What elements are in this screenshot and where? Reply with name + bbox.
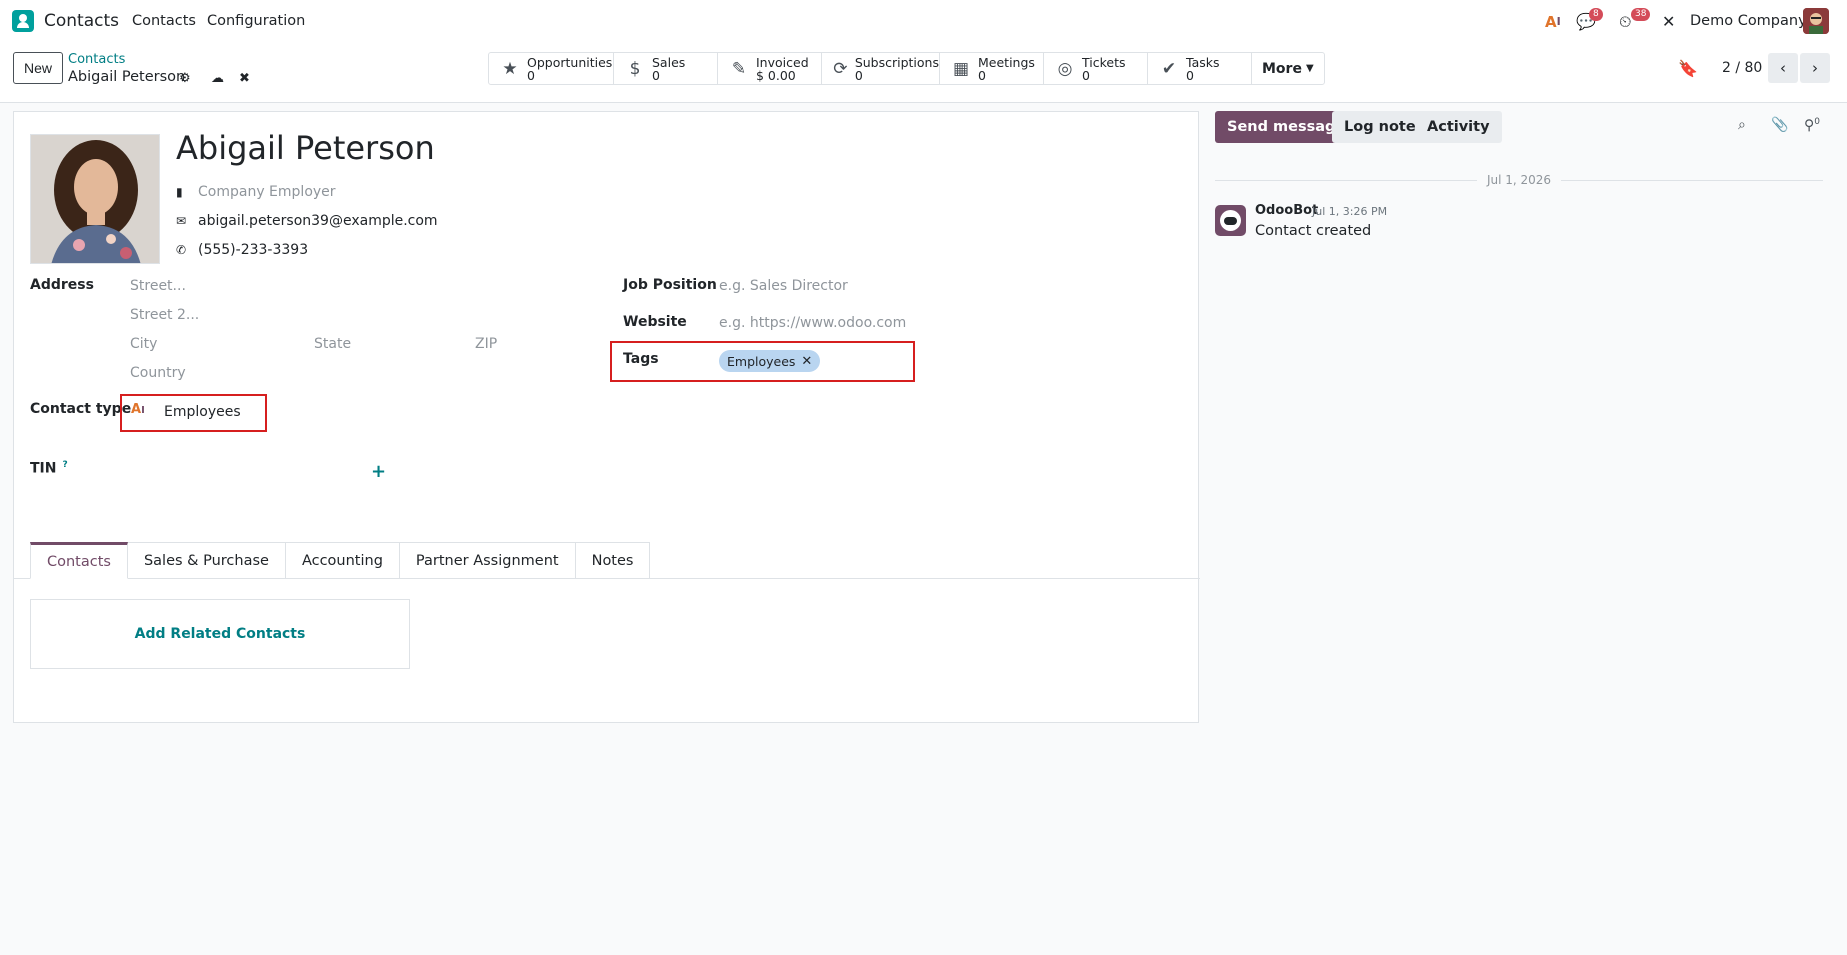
email-field[interactable]: abigail.peterson39@example.com <box>198 213 438 229</box>
subscriptions-button[interactable]: ⟳ Subscriptions 0 <box>822 53 940 84</box>
messages-icon[interactable]: 💬 <box>1576 0 1596 43</box>
company-row[interactable]: ▮ Company Employer <box>176 184 336 200</box>
calendar-icon: ▦ <box>952 58 970 79</box>
help-icon[interactable]: ? <box>62 460 67 470</box>
sales-button[interactable]: $ Sales 0 <box>614 53 718 84</box>
tags-label: Tags <box>623 351 659 367</box>
notebook-tabs: Contacts Sales & Purchase Accounting Par… <box>30 542 651 579</box>
breadcrumb-contacts[interactable]: Contacts <box>68 52 125 67</box>
tickets-button[interactable]: ◎ Tickets 0 <box>1044 53 1148 84</box>
envelope-icon: ✉ <box>176 214 187 228</box>
street2-input[interactable]: Street 2... <box>130 307 199 323</box>
phone-field[interactable]: (555)-233-3393 <box>198 242 308 258</box>
more-button[interactable]: More ▼ <box>1252 53 1324 84</box>
country-input[interactable]: Country <box>130 365 186 381</box>
lifebuoy-icon: ◎ <box>1057 58 1073 79</box>
job-position-input[interactable]: e.g. Sales Director <box>719 278 848 294</box>
tab-contacts[interactable]: Contacts <box>30 542 128 579</box>
tab-notes[interactable]: Notes <box>575 542 651 579</box>
paperclip-icon[interactable]: 📎 <box>1771 117 1788 133</box>
website-label: Website <box>623 314 687 330</box>
smart-buttons: ★ Opportunities 0 $ Sales 0 ✎ Invoiced $ 0.… <box>488 52 1325 85</box>
company-switcher[interactable]: Demo Company <box>1690 13 1807 29</box>
chevron-right-icon: › <box>1812 59 1818 77</box>
chevron-left-icon: ‹ <box>1780 59 1786 77</box>
invoiced-button[interactable]: ✎ Invoiced $ 0.00 <box>718 53 822 84</box>
new-button[interactable]: New <box>13 52 63 84</box>
tasks-button[interactable]: ✔ Tasks 0 <box>1148 53 1252 84</box>
form-sheet: Abigail Peterson ▮ Company Employer ✉ ab… <box>13 111 1200 723</box>
discard-icon[interactable]: ✖ <box>239 71 250 86</box>
contact-photo[interactable] <box>30 134 160 264</box>
dollar-icon: $ <box>629 58 641 79</box>
pager-value[interactable]: 2 / 80 <box>1722 60 1762 76</box>
tin-label: TIN? <box>30 460 68 477</box>
followers-count: 0 <box>1814 117 1820 127</box>
app-name[interactable]: Contacts <box>44 11 119 31</box>
job-position-label: Job Position <box>623 277 717 293</box>
contact-type-label: Contact type <box>30 401 132 417</box>
remove-tag-icon[interactable]: ✕ <box>801 354 812 369</box>
activity-button[interactable]: Activity <box>1415 111 1502 143</box>
contact-name[interactable]: Abigail Peterson <box>176 129 435 167</box>
street-input[interactable]: Street... <box>130 278 186 294</box>
opportunities-button[interactable]: ★ Opportunities 0 <box>489 53 614 84</box>
caret-down-icon: ▼ <box>1305 63 1314 74</box>
tab-partner-assignment[interactable]: Partner Assignment <box>399 542 576 579</box>
phone-icon: ✆ <box>176 243 187 257</box>
date-separator: Jul 1, 2026 <box>1215 172 1824 188</box>
save-cloud-icon[interactable]: ☁ <box>211 71 224 86</box>
activities-badge: 38 <box>1631 8 1651 21</box>
followers-icon[interactable]: ⚲0 <box>1804 117 1820 134</box>
user-avatar[interactable] <box>1803 8 1829 34</box>
gear-icon[interactable]: ⚙ <box>179 71 191 86</box>
message-body: Contact created <box>1255 223 1372 239</box>
menu-contacts[interactable]: Contacts <box>132 13 196 29</box>
ai-icon[interactable]: AI <box>1545 0 1561 43</box>
meetings-button[interactable]: ▦ Meetings 0 <box>940 53 1044 84</box>
tools-icon[interactable]: ✕ <box>1662 0 1675 43</box>
menu-configuration[interactable]: Configuration <box>207 13 305 29</box>
phone-row[interactable]: ✆ (555)-233-3393 <box>176 242 308 258</box>
message-date: Jul 1, 3:26 PM <box>1312 205 1388 218</box>
top-navbar: Contacts Contacts Configuration AI 💬 8 ⏲… <box>0 0 1847 43</box>
bookmark-icon[interactable]: 🔖 <box>1678 59 1698 78</box>
invoice-icon: ✎ <box>731 58 747 79</box>
tag-employees[interactable]: Employees ✕ <box>719 350 821 372</box>
odoobot-avatar[interactable] <box>1215 205 1246 236</box>
email-row[interactable]: ✉ abigail.peterson39@example.com <box>176 213 438 229</box>
address-label: Address <box>30 277 94 293</box>
messages-badge: 8 <box>1589 8 1603 21</box>
refresh-icon: ⟳ <box>833 58 848 79</box>
zip-input[interactable]: ZIP <box>475 336 497 352</box>
add-tin-plus-icon[interactable]: + <box>371 461 386 482</box>
add-related-contacts-button[interactable]: Add Related Contacts <box>30 599 410 669</box>
activity-clock-icon[interactable]: ⏲ <box>1619 0 1631 43</box>
user-icon: ⚲ <box>1804 117 1815 134</box>
tab-sales-purchase[interactable]: Sales & Purchase <box>127 542 286 579</box>
website-input[interactable]: e.g. https://www.odoo.com <box>719 315 906 331</box>
star-icon: ★ <box>502 58 518 79</box>
company-input[interactable]: Company Employer <box>198 184 336 200</box>
state-input[interactable]: State <box>314 336 351 352</box>
check-icon: ✔ <box>1161 58 1177 79</box>
contacts-app-icon[interactable] <box>12 10 34 32</box>
pager-previous-button[interactable]: ‹ <box>1768 53 1798 83</box>
building-icon: ▮ <box>176 185 183 199</box>
message-author[interactable]: OdooBot <box>1255 203 1318 218</box>
control-panel: New Contacts Abigail Peterson ⚙ ☁ ✖ ★ Op… <box>0 43 1847 103</box>
search-icon[interactable]: ⌕ <box>1738 117 1746 133</box>
log-note-button[interactable]: Log note <box>1332 111 1428 143</box>
city-input[interactable]: City <box>130 336 157 352</box>
contact-type-field[interactable]: Employees <box>164 404 241 420</box>
tab-accounting[interactable]: Accounting <box>285 542 400 579</box>
pager-next-button[interactable]: › <box>1800 53 1830 83</box>
contact-type-ai-icon: AI <box>131 402 145 417</box>
record-title: Abigail Peterson <box>68 69 186 85</box>
